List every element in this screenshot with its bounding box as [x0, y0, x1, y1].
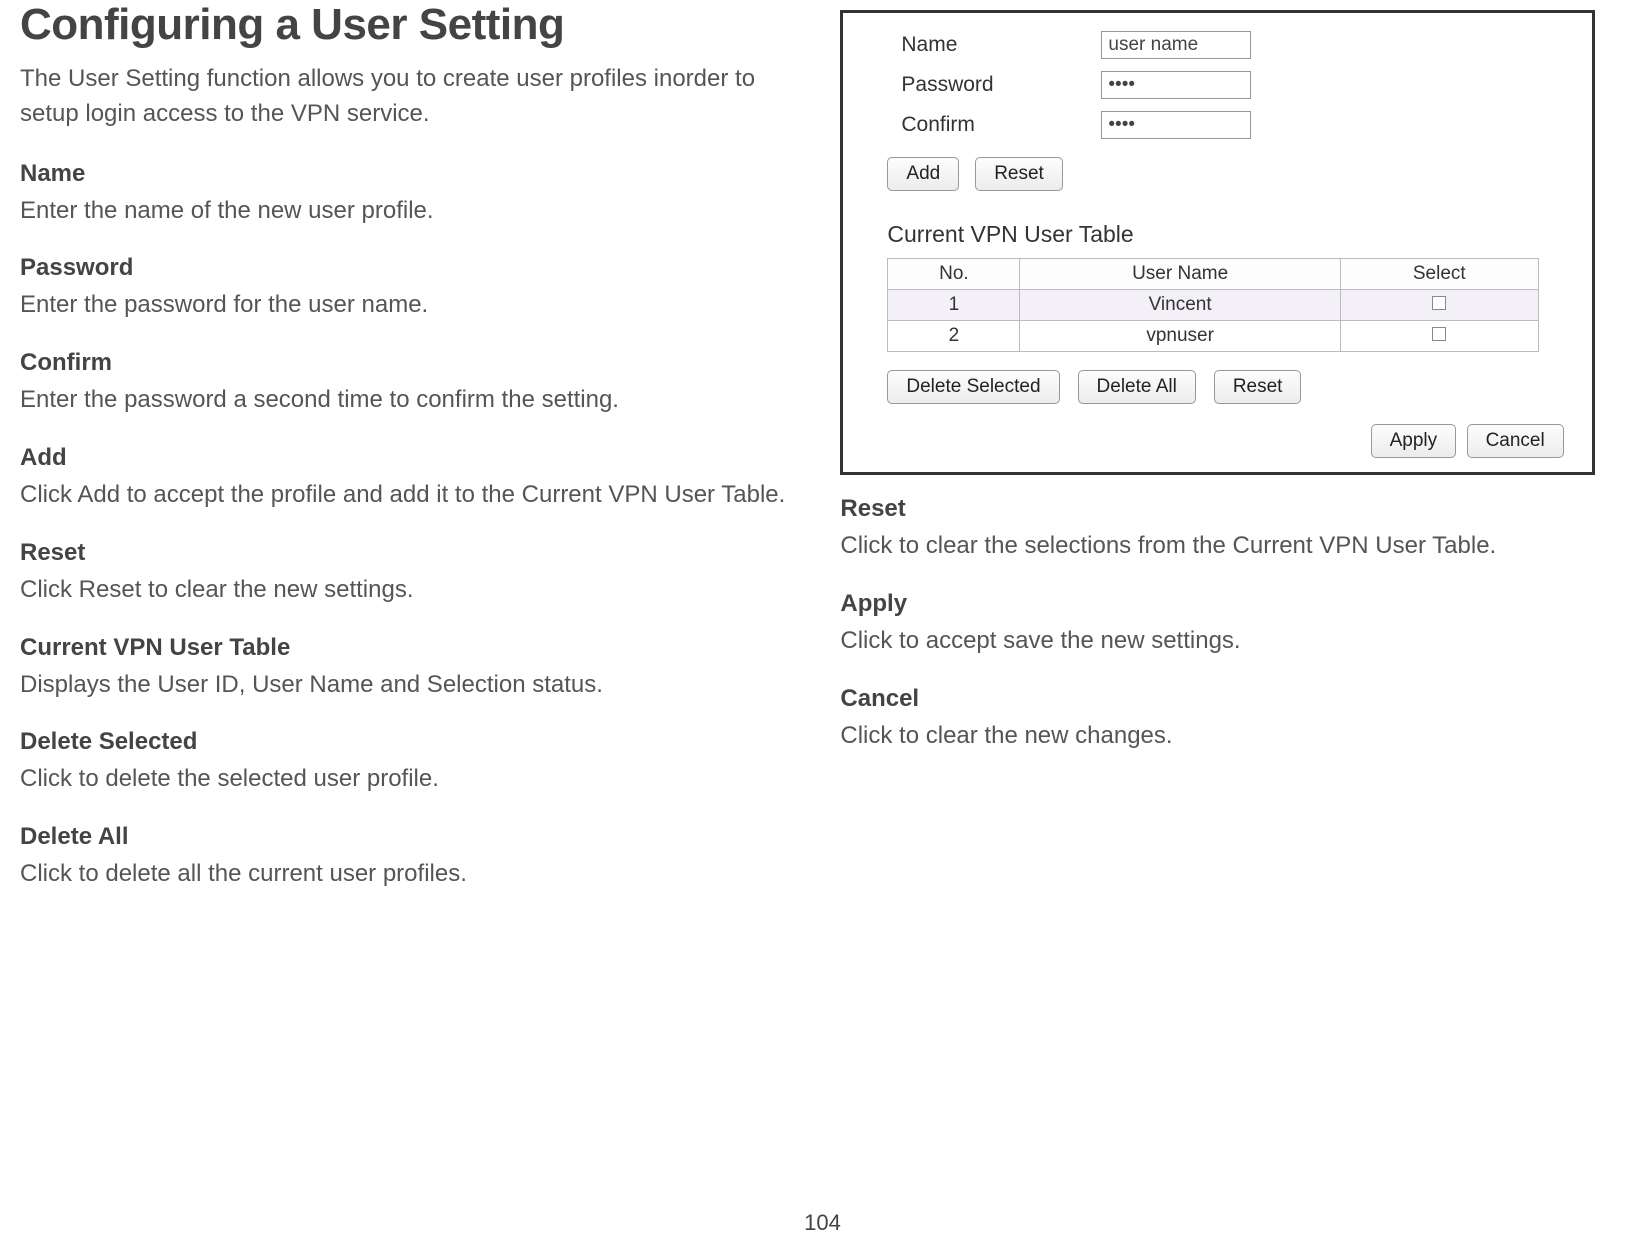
cell-username: Vincent [1020, 290, 1340, 321]
confirm-label: Confirm [901, 113, 1101, 137]
confirm-input[interactable] [1101, 111, 1251, 139]
delete-all-button[interactable]: Delete All [1078, 370, 1196, 404]
vpn-user-table: No. User Name Select 1 Vincent 2 vpnuser [887, 258, 1538, 352]
def-term-cancel: Cancel [840, 685, 1594, 713]
col-select: Select [1340, 259, 1538, 290]
def-term-table: Current VPN User Table [20, 634, 790, 662]
def-term-delete-selected: Delete Selected [20, 728, 790, 756]
cancel-button[interactable]: Cancel [1467, 424, 1564, 458]
def-desc-delete-all: Click to delete all the current user pro… [20, 857, 790, 892]
col-username: User Name [1020, 259, 1340, 290]
cell-no: 1 [888, 290, 1020, 321]
page-number: 104 [804, 1210, 841, 1236]
col-no: No. [888, 259, 1020, 290]
select-checkbox[interactable] [1432, 296, 1446, 310]
def-term-confirm: Confirm [20, 349, 790, 377]
def-desc-delete-selected: Click to delete the selected user profil… [20, 762, 790, 797]
def-desc-name: Enter the name of the new user profile. [20, 194, 790, 229]
def-desc-password: Enter the password for the user name. [20, 288, 790, 323]
def-term-apply: Apply [840, 590, 1594, 618]
def-term-name: Name [20, 160, 790, 188]
apply-button[interactable]: Apply [1371, 424, 1457, 458]
reset-button[interactable]: Reset [975, 157, 1063, 191]
add-button[interactable]: Add [887, 157, 959, 191]
def-desc-reset2: Click to clear the selections from the C… [840, 529, 1594, 564]
def-term-delete-all: Delete All [20, 823, 790, 851]
password-input[interactable] [1101, 71, 1251, 99]
ui-panel: Name Password Confirm Add Reset Current … [840, 10, 1594, 475]
table-row: 2 vpnuser [888, 321, 1538, 352]
select-checkbox[interactable] [1432, 327, 1446, 341]
table-title: Current VPN User Table [867, 221, 1567, 248]
def-desc-apply: Click to accept save the new settings. [840, 624, 1594, 659]
page-title: Configuring a User Setting [20, 0, 790, 50]
table-row: 1 Vincent [888, 290, 1538, 321]
def-desc-confirm: Enter the password a second time to conf… [20, 383, 790, 418]
reset-table-button[interactable]: Reset [1214, 370, 1302, 404]
def-desc-reset: Click Reset to clear the new settings. [20, 573, 790, 608]
intro-text: The User Setting function allows you to … [20, 62, 790, 132]
def-desc-cancel: Click to clear the new changes. [840, 719, 1594, 754]
def-term-reset: Reset [20, 539, 790, 567]
def-desc-add: Click Add to accept the profile and add … [20, 478, 790, 513]
name-input[interactable] [1101, 31, 1251, 59]
delete-selected-button[interactable]: Delete Selected [887, 370, 1059, 404]
cell-no: 2 [888, 321, 1020, 352]
password-label: Password [901, 73, 1101, 97]
def-term-add: Add [20, 444, 790, 472]
def-desc-table: Displays the User ID, User Name and Sele… [20, 668, 790, 703]
def-term-password: Password [20, 254, 790, 282]
cell-username: vpnuser [1020, 321, 1340, 352]
name-label: Name [901, 33, 1101, 57]
def-term-reset2: Reset [840, 495, 1594, 523]
